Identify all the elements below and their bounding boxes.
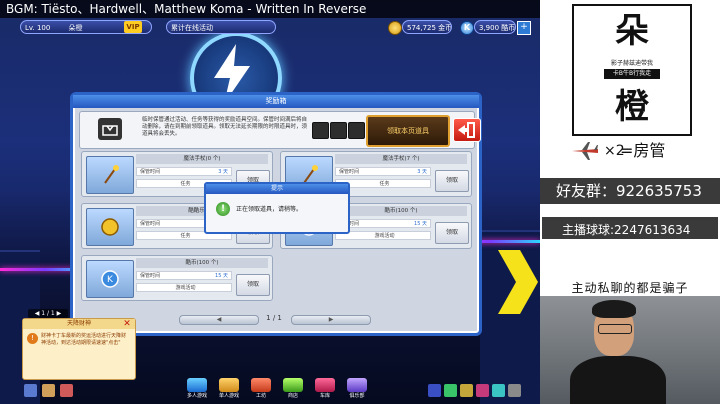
- wand-icon: [86, 156, 134, 194]
- item-slot[interactable]: [348, 122, 365, 139]
- tray-icon[interactable]: [42, 384, 55, 397]
- player-name: 朵橙: [68, 24, 83, 32]
- pager: ◀ 1 / 1 ▶: [179, 313, 371, 325]
- tray-icon[interactable]: [428, 384, 441, 397]
- claim-button[interactable]: 领取: [236, 274, 270, 296]
- storage-time-row: 保管时间 3 天: [335, 167, 431, 176]
- card-name: 魔法手杖(0 个): [136, 154, 268, 164]
- exit-button[interactable]: [453, 118, 481, 142]
- next-page-button[interactable]: ▶: [291, 315, 371, 325]
- card-name: 酷币(100 个): [136, 258, 268, 268]
- menu-shop[interactable]: 商店: [276, 378, 310, 400]
- event-notice: 天降财神 ✕ ! 财神卡丁车最新的奖运活动进行天降财神活动，到达活动期限请速速"…: [22, 318, 136, 380]
- scam-warning: 主动私聊的都是骗子: [571, 281, 689, 295]
- brand-card: 朵 影子赫兹迪带我 卡B牛B行我走 橙: [572, 4, 692, 136]
- kcoin-icon: K: [460, 21, 474, 35]
- loading-popup: 提示 ! 正在领取道具，请稍等。: [204, 182, 350, 234]
- webcam-feed: [540, 296, 720, 404]
- streamer-panel: 朵 影子赫兹迪带我 卡B牛B行我走 橙 ×2 =房管 好友群：922635753…: [540, 0, 720, 404]
- info-text: 临时保管通过活动、任务等获得的奖励道具空间。保管时间满后将自动删除，请在到期前领…: [142, 117, 308, 137]
- item-slot[interactable]: [330, 122, 347, 139]
- glasses: [598, 324, 632, 334]
- card-name: 酷币(100 个): [335, 206, 467, 216]
- kcoin-icon: K: [86, 260, 134, 298]
- reward-card: K 酷币(100 个) 保管时间15 天 游戏活动 领取: [81, 255, 273, 301]
- info-panel: 临时保管通过活动、任务等获得的奖励道具空间。保管时间满后将自动删除，请在到期前领…: [79, 111, 481, 149]
- close-icon[interactable]: ✕: [121, 319, 133, 329]
- tray-icon[interactable]: [476, 384, 489, 397]
- menu-club[interactable]: 俱乐部: [340, 378, 374, 400]
- claim-page-button[interactable]: 领取本页道具: [366, 115, 450, 147]
- coin-icon: [86, 208, 134, 246]
- notice-title: 天降财神: [23, 319, 135, 329]
- multiplayer-icon: [187, 378, 207, 392]
- brand-tag: 卡B牛B行我走: [604, 69, 660, 79]
- event-label: 累计在线活动: [171, 24, 213, 32]
- notice-text: 财神卡丁车最新的奖运活动进行天降财神活动，到达活动期限请速速"点击": [41, 333, 127, 346]
- tray-icon[interactable]: [24, 384, 37, 397]
- claim-button[interactable]: 领取: [435, 170, 469, 192]
- exclamation-icon: !: [216, 202, 230, 216]
- box-icon: [98, 118, 122, 140]
- streamer-hair: [592, 300, 636, 318]
- shop-icon: [283, 378, 303, 392]
- info-icon: !: [27, 333, 38, 344]
- airplane-icon: [572, 142, 598, 160]
- menu-garage[interactable]: 车库: [308, 378, 342, 400]
- workshop-icon: [251, 378, 271, 392]
- storage-time-row: 保管时间 3 天: [136, 167, 232, 176]
- tray-icon[interactable]: [60, 384, 73, 397]
- admin-row: ×2: [570, 140, 625, 162]
- tray-icon[interactable]: [508, 384, 521, 397]
- event-bar[interactable]: 累计在线活动: [166, 20, 276, 34]
- menu-multiplayer[interactable]: 多人游戏: [180, 378, 214, 400]
- exit-icon: [458, 122, 475, 138]
- kcoin-display: 3,900 酷币: [474, 20, 516, 34]
- tray-icon[interactable]: [444, 384, 457, 397]
- brand-char-top: 朵: [615, 11, 649, 51]
- vip-badge[interactable]: VIP: [124, 21, 142, 33]
- level-label: Lv. 100: [25, 24, 51, 32]
- claim-button[interactable]: 领取: [435, 222, 469, 244]
- prev-page-button[interactable]: ◀: [179, 315, 259, 325]
- item-slot[interactable]: [312, 122, 329, 139]
- fan-group: 好友群：922635753: [540, 178, 720, 204]
- gold-coin-icon: [388, 21, 402, 35]
- source-row: 游戏活动: [136, 283, 232, 292]
- storage-time-row: 保管时间15 天: [136, 271, 232, 280]
- qq-group: 主播球球:2247613634: [540, 215, 720, 241]
- tray-icon[interactable]: [492, 384, 505, 397]
- dialog-title: 奖励箱: [73, 95, 479, 108]
- popup-title: 提示: [206, 184, 348, 194]
- gold-display: 574,725 金币: [402, 20, 452, 34]
- admin-text: =房管: [620, 141, 666, 160]
- streamer-body: [570, 356, 666, 404]
- brand-char-bottom: 橙: [615, 87, 649, 127]
- singleplayer-icon: [219, 378, 239, 392]
- card-name: 魔法手杖(7 个): [335, 154, 467, 164]
- bgm-banner: BGM: Tiësto、Hardwell、Matthew Koma - Writ…: [0, 0, 540, 18]
- brand-subtitle: 影子赫兹迪带我: [610, 60, 653, 67]
- club-icon: [347, 378, 367, 392]
- popup-message: 正在领取道具，请稍等。: [236, 206, 303, 213]
- garage-icon: [315, 378, 335, 392]
- page-indicator: 1 / 1: [266, 314, 282, 322]
- menu-workshop[interactable]: 工坊: [244, 378, 278, 400]
- notice-pager[interactable]: ◀ 1 / 1 ▶: [28, 309, 68, 318]
- menu-singleplayer[interactable]: 单人游戏: [212, 378, 246, 400]
- tray-icon[interactable]: [460, 384, 473, 397]
- add-currency-button[interactable]: +: [517, 21, 531, 35]
